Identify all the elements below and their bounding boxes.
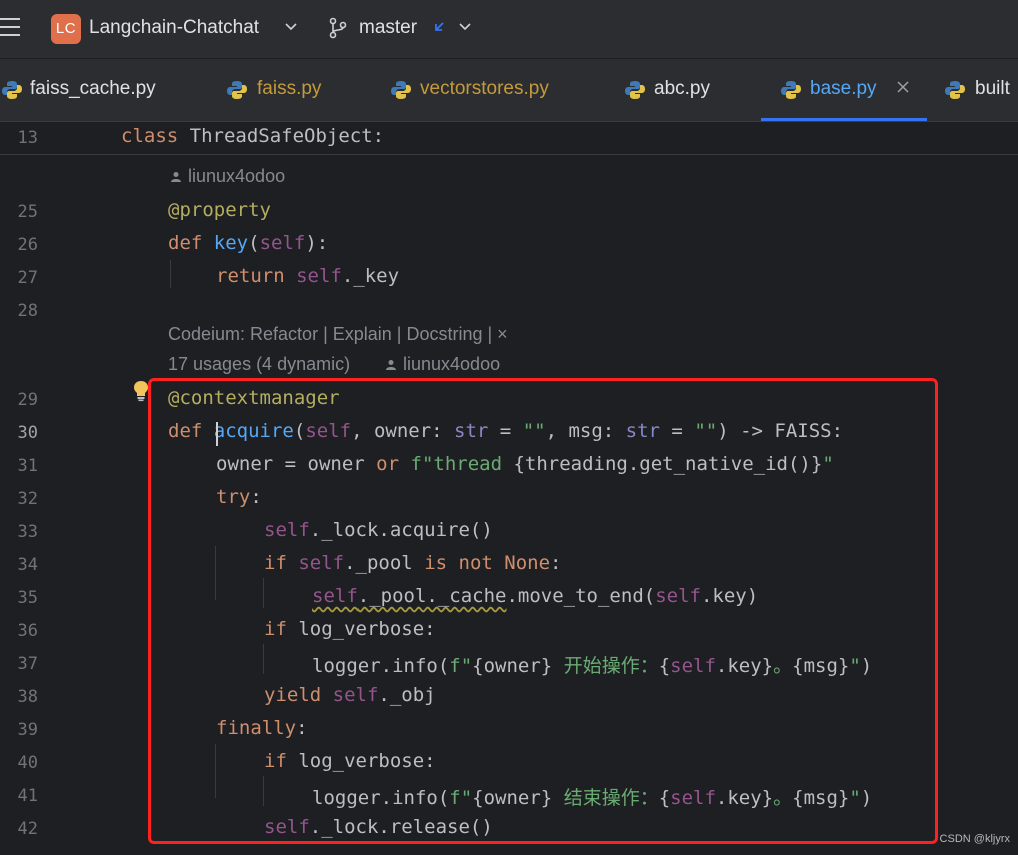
tab-builtins[interactable]: built: [927, 59, 1018, 121]
line-number: 41: [17, 786, 38, 806]
watermark: CSDN @kljyrx: [939, 833, 1010, 845]
branch-icon[interactable]: [328, 17, 348, 39]
project-badge[interactable]: LC: [51, 14, 81, 44]
tab-abc[interactable]: abc.py: [599, 59, 760, 121]
line-number: 25: [17, 202, 38, 222]
line-number: 30: [17, 423, 38, 443]
line-number: 34: [17, 555, 38, 575]
tab-label: faiss_cache.py: [30, 78, 156, 99]
line-number: 38: [17, 687, 38, 707]
editor-tabs: faiss_cache.py faiss.py vectorstores.py …: [0, 59, 1018, 122]
user-icon: [386, 360, 396, 371]
tab-label: base.py: [810, 78, 877, 99]
code-line[interactable]: def key(self):: [168, 232, 328, 254]
python-file-icon: [945, 81, 965, 99]
line-number: 29: [17, 390, 38, 410]
python-file-icon: [227, 81, 247, 99]
code-line[interactable]: @property: [168, 199, 271, 221]
line-number: 42: [17, 819, 38, 839]
python-file-icon: [625, 81, 645, 99]
author-hint[interactable]: liunux4odoo: [170, 166, 285, 187]
line-number: 33: [17, 522, 38, 542]
line-number: 37: [17, 654, 38, 674]
tab-label: faiss.py: [257, 78, 322, 99]
tab-faiss[interactable]: faiss.py: [207, 59, 365, 121]
tab-label: abc.py: [654, 78, 710, 99]
tab-label: built: [975, 78, 1010, 99]
python-file-icon: [2, 81, 22, 99]
tab-base[interactable]: base.py: [761, 59, 927, 121]
line-number: 32: [17, 489, 38, 509]
highlight-annotation: [148, 378, 938, 844]
close-tab-icon[interactable]: [896, 80, 910, 94]
usages-hint[interactable]: 17 usages (4 dynamic): [168, 354, 350, 375]
python-file-icon: [391, 81, 411, 99]
chevron-down-icon[interactable]: [458, 19, 472, 33]
line-number: 28: [17, 301, 38, 321]
codeium-hint[interactable]: Codeium: Refactor | Explain | Docstring …: [168, 324, 508, 345]
chevron-down-icon[interactable]: [284, 19, 298, 33]
line-number: 36: [17, 621, 38, 641]
tab-faiss-cache[interactable]: faiss_cache.py: [0, 59, 207, 121]
line-number: 35: [17, 588, 38, 608]
indent-guide: [170, 260, 171, 288]
line-number: 31: [17, 456, 38, 476]
python-file-icon: [781, 81, 801, 99]
code-line[interactable]: return self._key: [216, 265, 399, 287]
tab-vectorstores[interactable]: vectorstores.py: [365, 59, 599, 121]
line-number: 39: [17, 720, 38, 740]
line-number: 27: [17, 268, 38, 288]
line-number: 13: [17, 128, 38, 148]
branch-name[interactable]: master: [359, 17, 417, 39]
main-menu-icon[interactable]: [0, 14, 20, 42]
line-number: 40: [17, 753, 38, 773]
sticky-code: class ThreadSafeObject:: [121, 125, 385, 147]
line-number: 26: [17, 235, 38, 255]
sticky-class-header[interactable]: 13 class ThreadSafeObject:: [0, 122, 1018, 155]
author-hint[interactable]: liunux4odoo: [385, 354, 500, 375]
project-name[interactable]: Langchain-Chatchat: [89, 17, 259, 39]
tab-label: vectorstores.py: [420, 78, 549, 99]
user-icon: [171, 172, 181, 183]
title-bar: LC Langchain-Chatchat master: [0, 0, 1018, 59]
incoming-changes-icon: [435, 22, 444, 31]
